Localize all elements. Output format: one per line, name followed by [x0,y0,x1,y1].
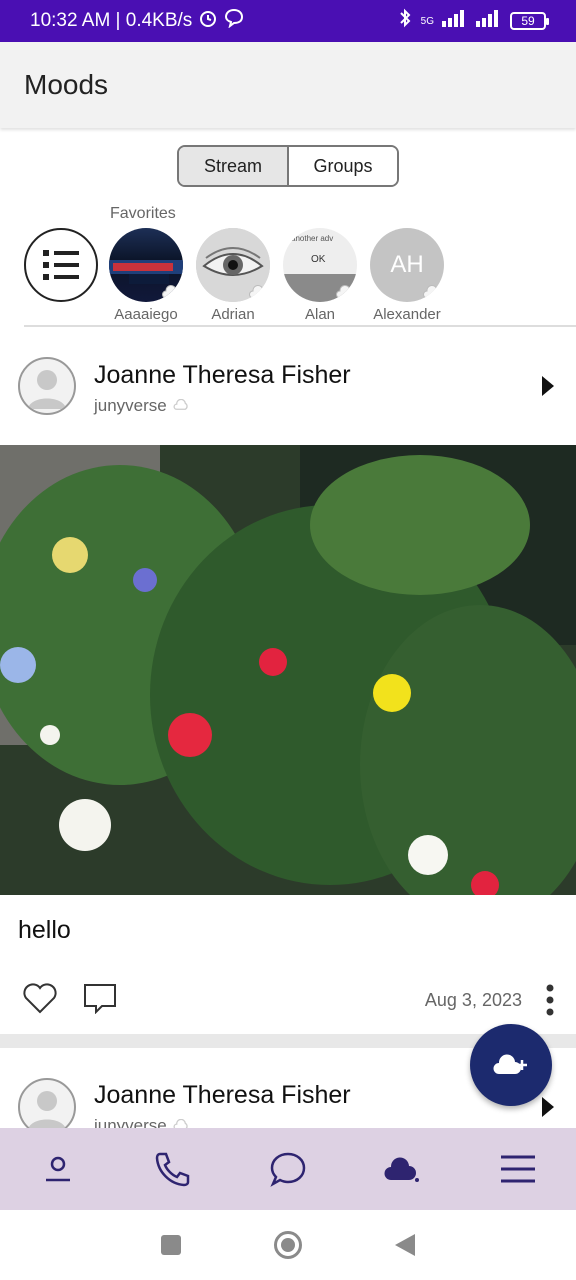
post-text: hello [18,916,71,944]
recents-icon[interactable] [159,1233,183,1257]
page-title: Moods [24,69,109,100]
app-bar: Moods [0,42,576,128]
favorite-name: Aaaaiego [114,306,178,323]
favorites-label: Favorites [110,205,176,222]
chat-icon [270,1152,306,1187]
post-author-name[interactable]: Joanne Theresa Fisher [94,1081,351,1110]
view-toggle: Stream Groups [177,145,399,187]
post-actions [22,982,118,1014]
list-icon [43,250,79,280]
profile-icon [45,1156,70,1182]
bottom-navigation [0,1128,576,1210]
status-time-speed: 10:32 AM | 0.4KB/s [30,10,193,31]
cloud-icon [249,284,268,299]
favorite-contact[interactable]: Aaaaiego [109,228,183,323]
post-username-text: junyverse [94,396,167,415]
mood-icon [384,1157,420,1182]
tab-stream[interactable]: Stream [179,147,289,185]
avatar-initials: AH [390,251,424,278]
favorite-contact[interactable]: Adrian [196,228,270,323]
favorite-contact[interactable]: AH Alexander [370,228,444,323]
avatar [109,228,183,302]
signal-icon [442,9,468,33]
tab-groups[interactable]: Groups [289,147,397,185]
menu-icon [501,1155,536,1183]
avatar [196,228,270,302]
favorite-name: Alexander [373,306,441,323]
nav-profile[interactable] [28,1139,88,1199]
expand-arrow-icon[interactable] [542,376,554,396]
app-screen: 10:32 AM | 0.4KB/s 5G 59 Moods Stream Gr… [0,0,576,1280]
favorite-contact[interactable]: another adv OK Alan [283,228,357,323]
home-icon[interactable] [273,1230,303,1260]
thumb-button: OK [311,254,326,265]
nav-moods[interactable] [373,1139,433,1199]
cloud-add-icon [493,1054,527,1074]
post-date: Aug 3, 2023 [424,990,522,1010]
new-mood-button[interactable] [470,1024,552,1106]
flower-photo [0,445,576,895]
cloud-icon [423,284,442,299]
post-image[interactable] [0,445,576,895]
status-bar: 10:32 AM | 0.4KB/s 5G 59 [0,0,576,42]
comment-icon[interactable] [82,982,118,1014]
signal-icon-2 [476,9,502,33]
favorite-name: Adrian [211,306,255,323]
nav-calls[interactable] [143,1139,203,1199]
network-type: 5G [420,15,434,27]
person-placeholder-icon [28,1091,66,1130]
avatar: AH [370,228,444,302]
expand-arrow-icon[interactable] [542,1097,554,1117]
back-icon[interactable] [393,1232,417,1258]
bluetooth-icon [397,8,413,34]
cloud-icon [173,398,188,410]
viber-icon [224,8,244,34]
favorite-name: Alan [304,306,336,323]
system-navigation [0,1210,576,1280]
cloud-icon [336,284,355,299]
post-username: junyverse [94,396,190,416]
person-placeholder-icon [28,370,66,409]
divider [24,325,576,327]
battery-icon: 59 [510,12,549,30]
thumb-text: another adv [291,234,334,243]
heart-icon[interactable] [22,982,58,1014]
phone-icon [155,1152,190,1187]
more-vertical-icon[interactable] [546,984,554,1016]
post-author-name[interactable]: Joanne Theresa Fisher [94,361,351,390]
avatar: another adv OK [283,228,357,302]
post-author-avatar[interactable] [18,357,76,415]
favorites-list-button[interactable] [24,228,98,302]
nav-chat[interactable] [258,1139,318,1199]
nav-menu[interactable] [488,1139,548,1199]
cloud-icon [162,284,181,299]
battery-level: 59 [521,14,535,28]
alarm-icon [198,8,218,34]
